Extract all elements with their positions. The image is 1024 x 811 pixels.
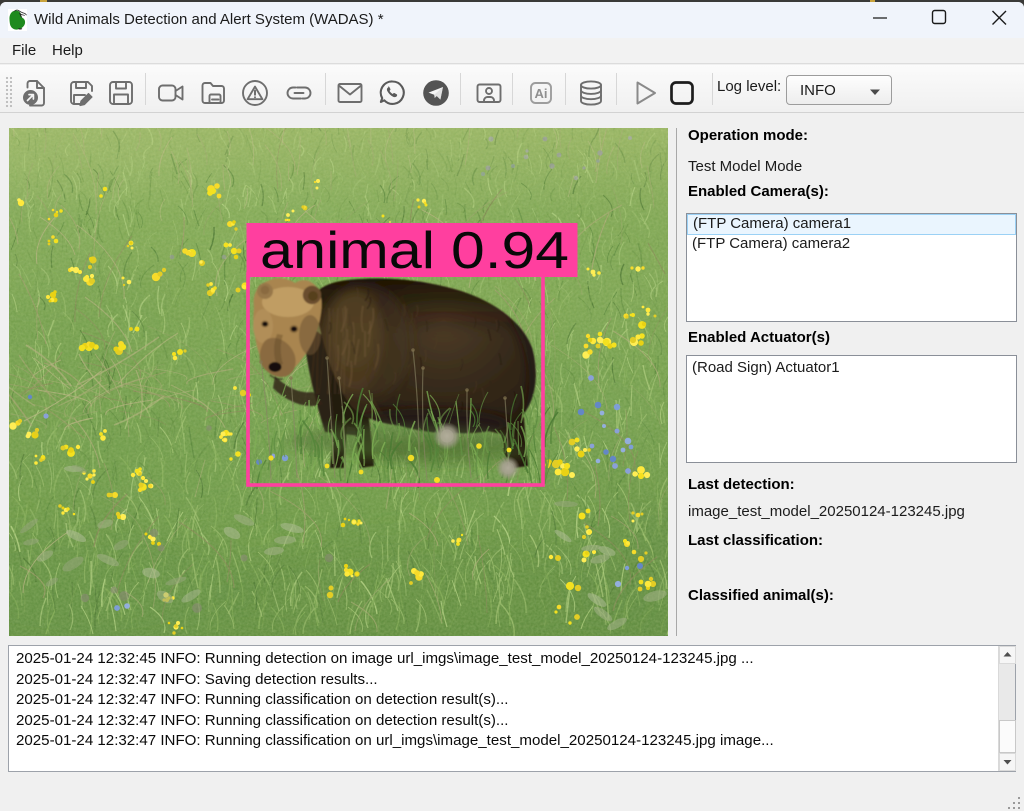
svg-text:Ai: Ai — [535, 86, 548, 101]
svg-text:animal: animal — [260, 222, 435, 280]
svg-text:0.94: 0.94 — [451, 222, 569, 280]
